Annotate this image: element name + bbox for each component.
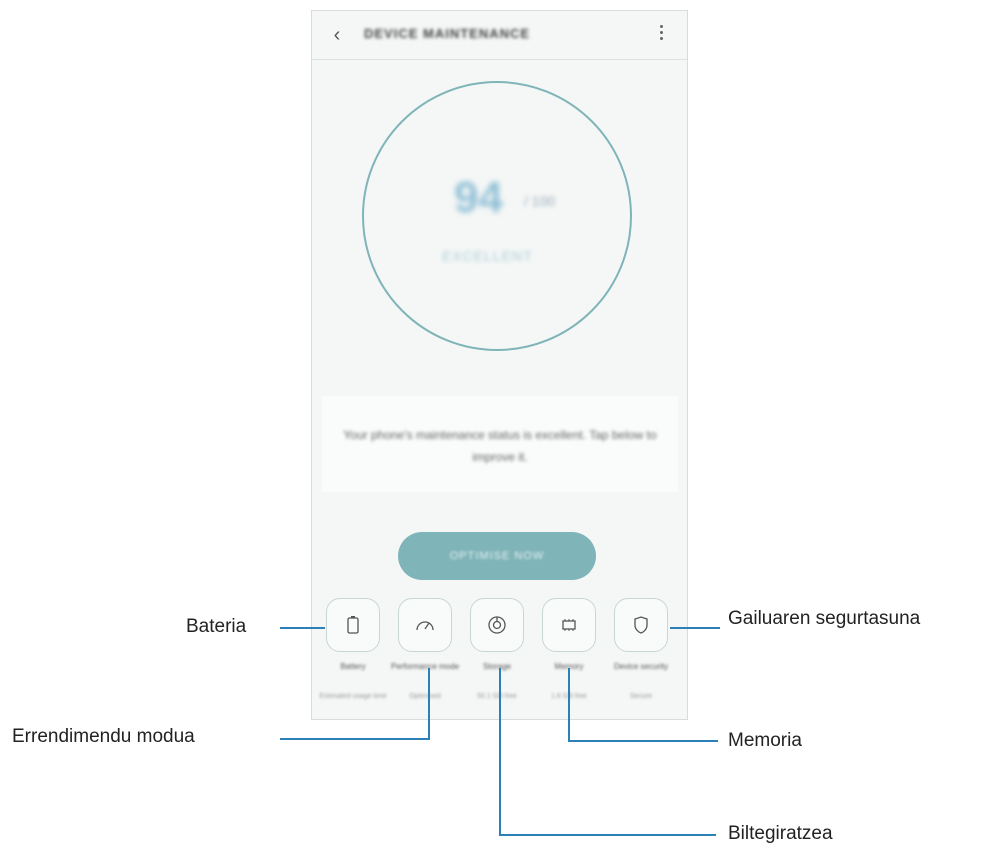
callout-line-memory-h [568, 740, 718, 742]
memory-chip-icon [562, 619, 576, 631]
status-ring: 94 / 100 EXCELLENT [362, 81, 632, 351]
tile-sub-battery: Estimated usage time [319, 693, 387, 700]
tile-sub-performance: Optimised [409, 693, 441, 700]
status-message: Your phone's maintenance status is excel… [343, 428, 657, 464]
security-tile[interactable] [614, 598, 668, 652]
page-title: DEVICE MAINTENANCE [364, 26, 531, 41]
callout-line-memory-v [568, 668, 570, 742]
score-label: EXCELLENT [442, 248, 533, 264]
tile-sub-storage: 50.1 GB free [477, 693, 517, 700]
callout-memory: Memoria [728, 730, 802, 751]
tile-label-storage: Storage [482, 662, 512, 671]
storage-tile[interactable] [470, 598, 524, 652]
callout-line-battery [280, 627, 325, 629]
tile-label-performance: Performance mode [390, 662, 460, 671]
callout-line-performance-h [280, 738, 430, 740]
phone-screen: ‹ DEVICE MAINTENANCE 94 / 100 EXCELLENT … [311, 10, 688, 720]
tile-label-security: Device security [613, 662, 669, 671]
callout-performance: Errendimendu modua [12, 726, 195, 747]
status-card: Your phone's maintenance status is excel… [322, 396, 678, 492]
callout-security: Gailuaren segurtasuna [728, 608, 921, 629]
callout-storage: Biltegiratzea [728, 823, 833, 844]
tile-label-battery: Battery [340, 662, 366, 671]
optimize-button[interactable]: OPTIMISE NOW [398, 532, 596, 580]
more-vertical-icon[interactable] [655, 22, 667, 48]
callout-battery: Bateria [186, 616, 247, 637]
memory-tile[interactable] [542, 598, 596, 652]
callout-line-storage-v [499, 668, 501, 836]
tile-sub-security: Secure [629, 693, 653, 700]
callout-line-performance-v [428, 668, 430, 740]
score-value: 94 [454, 173, 503, 222]
score-unit: / 100 [524, 193, 556, 209]
app-bar: ‹ DEVICE MAINTENANCE [312, 11, 687, 60]
battery-tile[interactable] [326, 598, 380, 652]
battery-icon [347, 616, 359, 634]
callout-line-storage-h [499, 834, 716, 836]
callout-line-security [670, 627, 720, 629]
performance-tile[interactable] [398, 598, 452, 652]
speedometer-icon [416, 621, 434, 631]
storage-icon [488, 616, 506, 634]
shield-icon [634, 616, 648, 634]
chevron-left-icon[interactable]: ‹ [326, 24, 348, 46]
optimize-label: OPTIMISE NOW [449, 550, 545, 562]
